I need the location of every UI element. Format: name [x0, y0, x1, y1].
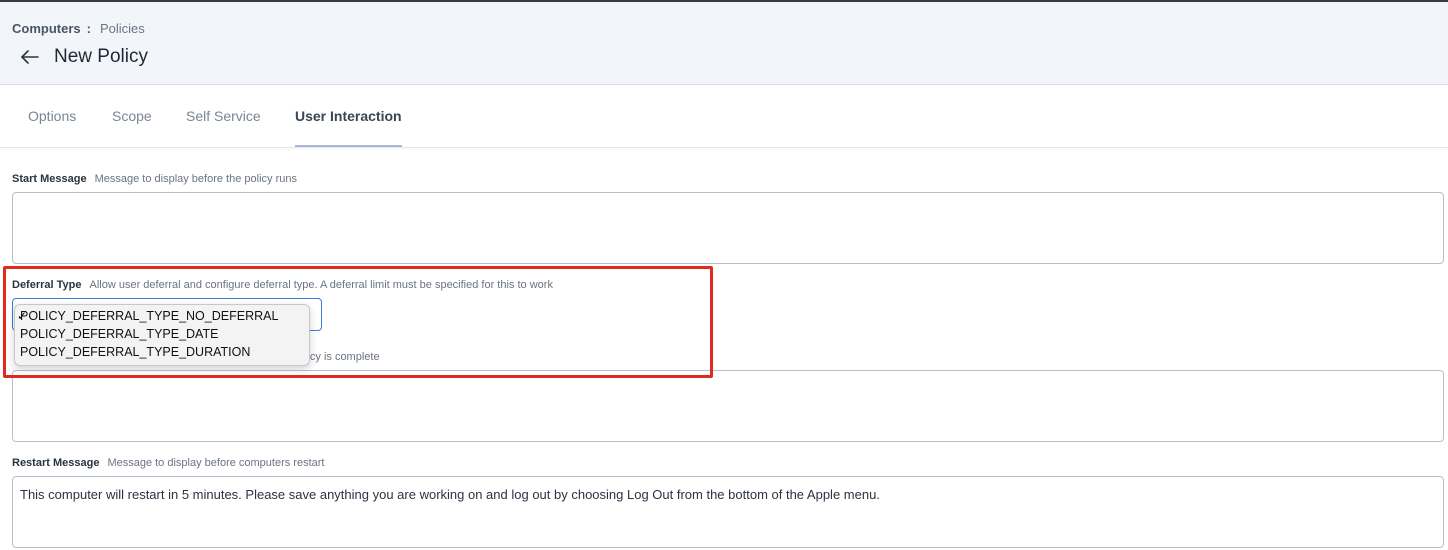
start-message-help: Message to display before the policy run…: [94, 173, 297, 185]
breadcrumb: Computers: Policies: [12, 21, 145, 36]
restart-message-textarea[interactable]: This computer will restart in 5 minutes.…: [12, 476, 1444, 548]
tab-scope[interactable]: Scope: [112, 86, 152, 147]
deferral-option-date[interactable]: POLICY_DEFERRAL_TYPE_DATE: [20, 325, 218, 343]
breadcrumb-policies[interactable]: Policies: [100, 21, 145, 36]
tab-self-service[interactable]: Self Service: [186, 86, 261, 147]
restart-message-help: Message to display before computers rest…: [107, 457, 325, 469]
page-title: New Policy: [54, 46, 148, 67]
deferral-option-no-deferral[interactable]: ✓ POLICY_DEFERRAL_TYPE_NO_DEFERRAL: [17, 307, 279, 325]
deferral-type-label-row: Deferral Type Allow user deferral and con…: [12, 279, 553, 291]
deferral-option-label: POLICY_DEFERRAL_TYPE_NO_DEFERRAL: [20, 309, 279, 323]
tab-options[interactable]: Options: [28, 86, 76, 147]
complete-message-help: licy is complete: [305, 351, 380, 363]
restart-message-label: Restart Message: [12, 457, 100, 469]
deferral-type-help: Allow user deferral and configure deferr…: [89, 279, 553, 291]
start-message-textarea[interactable]: [12, 192, 1444, 264]
deferral-option-label: POLICY_DEFERRAL_TYPE_DATE: [20, 327, 219, 341]
tab-bar: Options Scope Self Service User Interact…: [0, 86, 1448, 148]
deferral-option-label: POLICY_DEFERRAL_TYPE_DURATION: [20, 345, 251, 359]
deferral-option-duration[interactable]: POLICY_DEFERRAL_TYPE_DURATION: [20, 343, 250, 361]
breadcrumb-computers[interactable]: Computers: [12, 21, 81, 36]
tab-user-interaction[interactable]: User Interaction: [295, 86, 402, 147]
start-message-label-row: Start Message Message to display before t…: [12, 173, 297, 185]
page-header: Computers: Policies New Policy: [0, 2, 1448, 85]
deferral-type-label: Deferral Type: [12, 279, 82, 291]
breadcrumb-separator: :: [86, 21, 91, 36]
deferral-type-dropdown: ✓ POLICY_DEFERRAL_TYPE_NO_DEFERRAL POLIC…: [14, 304, 310, 366]
arrow-left-icon[interactable]: [18, 45, 42, 69]
restart-message-label-row: Restart Message Message to display before…: [12, 457, 324, 469]
start-message-label: Start Message: [12, 173, 87, 185]
checkmark-icon: ✓: [17, 309, 28, 323]
complete-message-textarea[interactable]: [12, 370, 1444, 442]
